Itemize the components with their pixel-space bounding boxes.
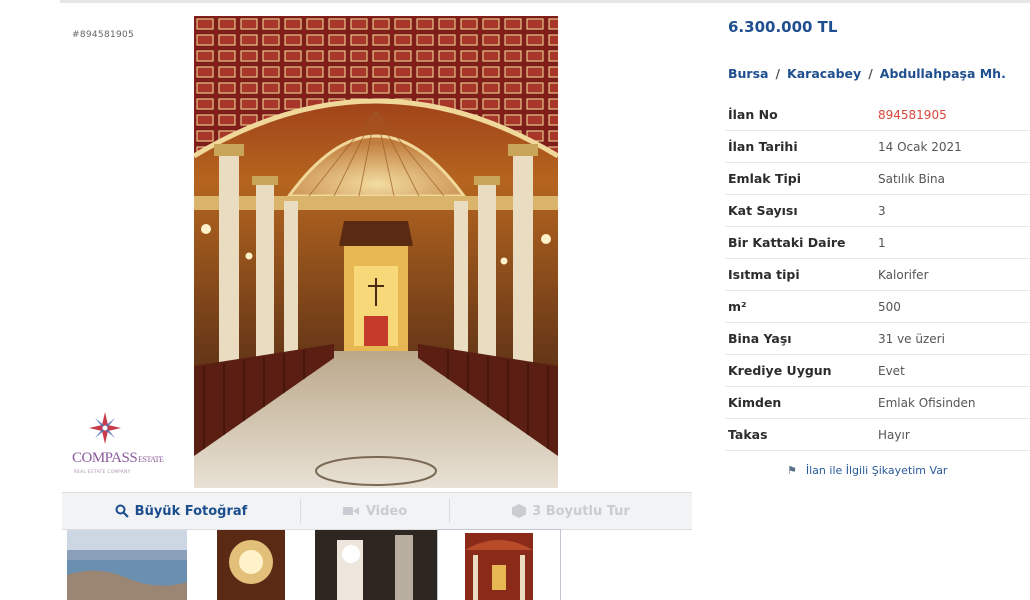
detail-key: İlan Tarihi xyxy=(728,139,798,154)
detail-value: Hayır xyxy=(878,427,910,442)
thumbnail-3[interactable] xyxy=(315,530,437,600)
3d-tour-label: 3 Boyutlu Tur xyxy=(532,503,630,519)
detail-value: Evet xyxy=(878,363,905,378)
listing-price: 6.300.000 TL xyxy=(728,18,838,36)
detail-value: 3 xyxy=(878,203,886,218)
detail-row-building-age: Bina Yaşı 31 ve üzeri xyxy=(725,323,1030,355)
location-breadcrumb: Bursa / Karacabey / Abdullahpaşa Mh. xyxy=(728,66,1006,81)
detail-value: 1 xyxy=(878,235,886,250)
big-photo-button[interactable]: Büyük Fotoğraf xyxy=(62,493,300,529)
detail-row-area: m² 500 xyxy=(725,291,1030,323)
logo-sub: ESTATE xyxy=(138,455,164,464)
detail-key: Takas xyxy=(728,427,768,442)
detail-value: Kalorifer xyxy=(878,267,929,282)
video-label: Video xyxy=(365,503,408,519)
detail-row-property-type: Emlak Tipi Satılık Bina xyxy=(725,163,1030,195)
detail-value: Satılık Bina xyxy=(878,171,945,186)
detail-row-credit: Krediye Uygun Evet xyxy=(725,355,1030,387)
breadcrumb-city[interactable]: Bursa xyxy=(728,66,768,81)
detail-key: m² xyxy=(728,299,747,314)
cube-icon xyxy=(512,504,527,518)
video-button[interactable]: Video xyxy=(301,493,449,529)
detail-row-listing-no: İlan No 894581905 xyxy=(725,99,1030,131)
detail-value: 31 ve üzeri xyxy=(878,331,945,346)
detail-key: Bina Yaşı xyxy=(728,331,792,346)
main-listing-photo[interactable] xyxy=(194,16,558,488)
thumbnail-strip xyxy=(62,529,692,600)
gallery-toolbar: Büyük Fotoğraf Video 3 Boyutlu Tur xyxy=(62,492,692,530)
detail-row-heating: Isıtma tipi Kalorifer xyxy=(725,259,1030,291)
detail-key: Isıtma tipi xyxy=(728,267,800,282)
3d-tour-button[interactable]: 3 Boyutlu Tur xyxy=(450,493,692,529)
listing-id-label: #894581905 xyxy=(72,30,135,40)
detail-row-floors: Kat Sayısı 3 xyxy=(725,195,1030,227)
logo-brand: COMPASS xyxy=(72,450,138,466)
breadcrumb-neighborhood[interactable]: Abdullahpaşa Mh. xyxy=(880,66,1006,81)
detail-value: 500 xyxy=(878,299,901,314)
compass-star-icon xyxy=(89,412,121,444)
detail-key: Kimden xyxy=(728,395,782,410)
detail-row-date: İlan Tarihi 14 Ocak 2021 xyxy=(725,131,1030,163)
breadcrumb-district[interactable]: Karacabey xyxy=(787,66,861,81)
report-listing-link[interactable]: ⚑ İlan ile İlgili Şikayetim Var xyxy=(787,464,947,477)
flag-icon: ⚑ xyxy=(787,464,797,477)
detail-value: 14 Ocak 2021 xyxy=(878,139,962,154)
detail-key: Krediye Uygun xyxy=(728,363,832,378)
detail-row-units-per-floor: Bir Kattaki Daire 1 xyxy=(725,227,1030,259)
detail-key: İlan No xyxy=(728,107,778,122)
video-camera-icon xyxy=(342,507,359,515)
detail-key: Emlak Tipi xyxy=(728,171,801,186)
thumbnail-1[interactable] xyxy=(67,530,187,600)
listing-details-table: İlan No 894581905 İlan Tarihi 14 Ocak 2021… xyxy=(725,99,1030,451)
thumbnail-2[interactable] xyxy=(217,530,285,600)
detail-row-swap: Takas Hayır xyxy=(725,419,1030,451)
detail-value: Emlak Ofisinden xyxy=(878,395,976,410)
search-icon xyxy=(115,504,129,518)
thumbnail-4-selected[interactable] xyxy=(437,529,561,600)
detail-row-from: Kimden Emlak Ofisinden xyxy=(725,387,1030,419)
detail-key: Bir Kattaki Daire xyxy=(728,235,846,250)
detail-key: Kat Sayısı xyxy=(728,203,798,218)
big-photo-label: Büyük Fotoğraf xyxy=(134,503,248,519)
detail-value: 894581905 xyxy=(878,107,947,122)
logo-tagline: REAL ESTATE COMPANY xyxy=(74,469,131,474)
agency-logo: COMPASSESTATE REAL ESTATE COMPANY xyxy=(72,410,167,478)
report-listing-label: İlan ile İlgili Şikayetim Var xyxy=(805,464,948,477)
